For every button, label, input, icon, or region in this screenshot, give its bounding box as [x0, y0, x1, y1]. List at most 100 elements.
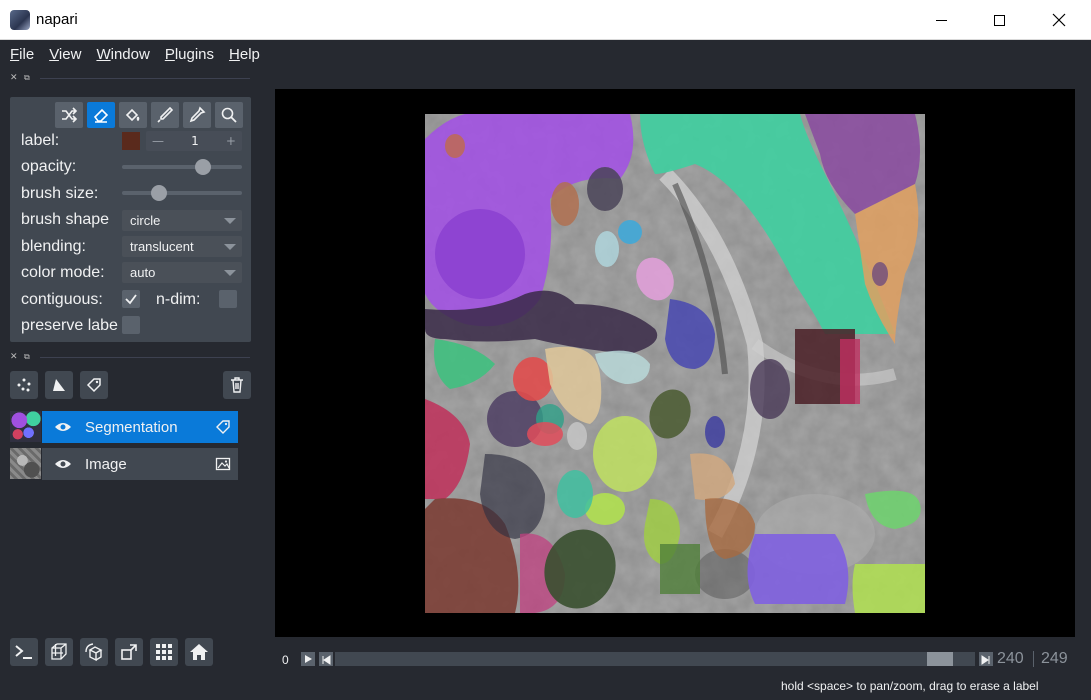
viewer-buttons — [10, 638, 220, 668]
home-icon — [190, 644, 208, 660]
step-forward-button[interactable] — [979, 652, 993, 666]
layer-controls-panel: label: — 1 + opacity: brush size: brush … — [10, 97, 251, 342]
grid-view-button[interactable] — [150, 638, 178, 666]
brush-shape-dropdown[interactable]: circle — [122, 210, 242, 231]
step-back-icon — [322, 655, 331, 665]
menu-help[interactable]: Help — [229, 46, 260, 63]
new-points-layer-button[interactable] — [10, 371, 38, 399]
decrement-icon[interactable]: — — [152, 134, 164, 148]
menu-window[interactable]: Window — [96, 46, 149, 63]
menu-bar: File View Window Plugins Help — [0, 40, 1091, 68]
dock-close-icon[interactable]: ✕ — [10, 352, 24, 362]
n-dim-checkbox[interactable] — [219, 290, 237, 308]
dock-divider — [40, 356, 250, 358]
label-label: label: — [21, 132, 60, 149]
dims-separator — [1033, 651, 1034, 667]
layer-row-segmentation[interactable]: Segmentation — [10, 411, 238, 443]
brush-shape-label: brush shape — [21, 211, 110, 228]
transpose-icon — [121, 644, 137, 660]
opacity-label: opacity: — [21, 158, 77, 175]
ndisplay-icon — [51, 643, 67, 660]
dims-slider-handle[interactable] — [926, 652, 953, 666]
pan-zoom-button[interactable] — [215, 102, 243, 128]
dock-float-icon[interactable]: ⧉ — [24, 352, 36, 362]
picker-icon — [189, 106, 206, 123]
increment-icon[interactable]: + — [226, 134, 236, 148]
brush-size-label: brush size: — [21, 185, 99, 202]
menu-plugins-mnemonic: P — [164, 45, 175, 63]
new-labels-layer-button[interactable] — [80, 371, 108, 399]
blending-dropdown[interactable]: translucent — [122, 236, 242, 257]
dock-divider — [40, 77, 250, 79]
brush-size-slider-thumb[interactable] — [151, 185, 168, 201]
new-labels-icon — [86, 378, 101, 393]
menu-file-mnemonic: F — [10, 45, 20, 63]
layer-buttons-row — [10, 371, 251, 399]
dock-close-icon[interactable]: ✕ — [10, 73, 24, 83]
shuffle-colors-button[interactable] — [55, 102, 83, 128]
menu-view-label: iew — [58, 45, 82, 63]
dock-float-icon[interactable]: ⧉ — [24, 73, 36, 83]
brush-size-slider[interactable] — [122, 185, 242, 201]
dims-current-value[interactable]: 240 — [997, 650, 1024, 668]
visibility-eye-icon[interactable] — [54, 458, 72, 470]
opacity-slider[interactable] — [122, 159, 242, 175]
close-button[interactable] — [1030, 0, 1088, 40]
color-mode-dropdown[interactable]: auto — [122, 262, 242, 283]
menu-view[interactable]: View — [49, 46, 81, 63]
eraser-icon — [93, 108, 109, 123]
contiguous-checkbox[interactable] — [122, 290, 140, 308]
fill-button[interactable] — [119, 102, 147, 128]
menu-help-mnemonic: H — [229, 45, 240, 63]
menu-file[interactable]: File — [10, 46, 34, 63]
menu-window-label: indow — [110, 45, 150, 63]
grid-icon — [156, 644, 172, 660]
delete-icon — [231, 377, 243, 393]
layer-row-body: Image — [42, 448, 238, 480]
color-mode-label: color mode: — [21, 264, 105, 281]
maximize-button[interactable] — [970, 0, 1028, 40]
opacity-slider-thumb[interactable] — [194, 159, 211, 175]
layer-row-body: Segmentation — [42, 411, 238, 443]
menu-view-mnemonic: V — [49, 45, 59, 63]
label-spinbox[interactable]: — 1 + — [146, 131, 242, 151]
console-button[interactable] — [10, 638, 38, 666]
label-value: 1 — [191, 134, 199, 148]
window-title: napari — [36, 11, 78, 28]
dims-slider-bar: 0 240 249 — [275, 648, 1075, 672]
minimize-button[interactable] — [912, 0, 970, 40]
transpose-dims-button[interactable] — [115, 638, 143, 666]
segmentation-thumbnail — [10, 411, 41, 442]
delete-layer-button[interactable] — [223, 371, 251, 399]
new-shapes-icon — [53, 379, 65, 391]
viewer-canvas[interactable] — [275, 89, 1075, 637]
layer-row-image[interactable]: Image — [10, 448, 238, 480]
dims-slider[interactable] — [335, 652, 975, 666]
menu-plugins[interactable]: Plugins — [165, 46, 214, 63]
menu-window-mnemonic: W — [96, 45, 111, 63]
paint-button[interactable] — [151, 102, 179, 128]
new-shapes-layer-button[interactable] — [45, 371, 73, 399]
roll-dims-button[interactable] — [80, 638, 108, 666]
play-button[interactable] — [301, 652, 315, 666]
layer-name[interactable]: Segmentation — [85, 419, 214, 436]
visibility-eye-icon[interactable] — [54, 421, 72, 433]
label-color-swatch[interactable] — [122, 132, 140, 150]
new-points-icon — [17, 378, 31, 392]
brush-shape-value: circle — [130, 213, 161, 228]
reset-view-button[interactable] — [185, 638, 213, 666]
window-titlebar: napari — [0, 0, 1091, 40]
chevron-down-icon — [224, 244, 236, 250]
pick-label-button[interactable] — [183, 102, 211, 128]
layer-controls-dock-handle[interactable]: ✕ ⧉ — [10, 72, 250, 84]
layer-list-dock-handle[interactable]: ✕ ⧉ — [10, 351, 250, 363]
preserve-labels-checkbox[interactable] — [122, 316, 140, 334]
roll-icon — [85, 643, 103, 662]
step-back-button[interactable] — [319, 652, 333, 666]
chevron-down-icon — [224, 218, 236, 224]
segmentation-image[interactable] — [425, 114, 925, 613]
layer-name[interactable]: Image — [85, 456, 214, 473]
menu-plugins-label: lugins — [174, 45, 215, 63]
ndisplay-button[interactable] — [45, 638, 73, 666]
eraser-button[interactable] — [87, 102, 115, 128]
